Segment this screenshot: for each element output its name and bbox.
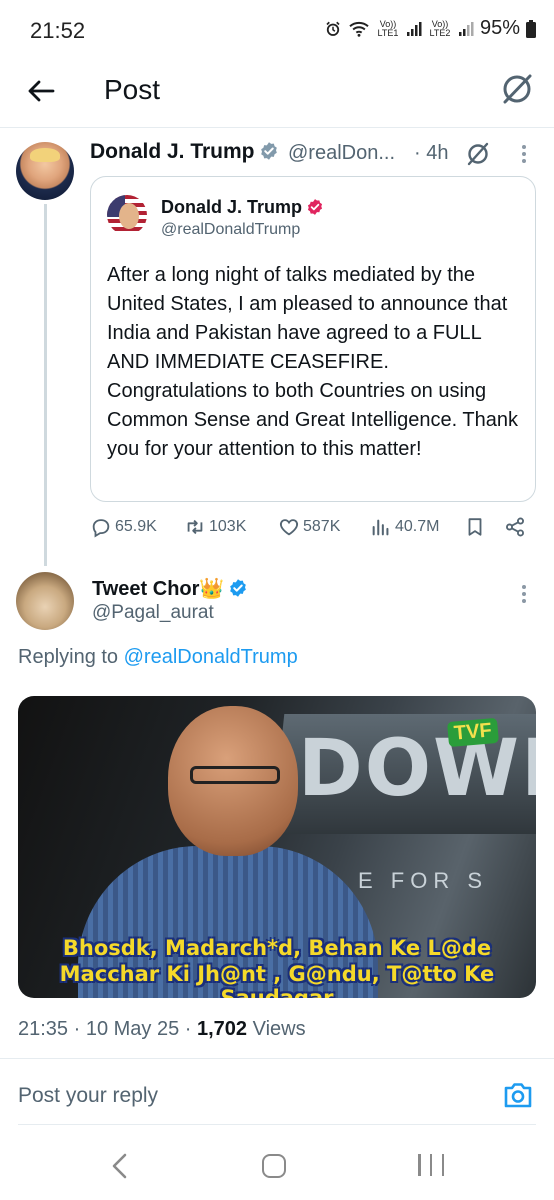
reply-author-name-text: Tweet Chor👑 — [92, 578, 225, 600]
image-background-text: E FOR S — [358, 868, 489, 893]
post-time: · 4h — [414, 142, 449, 164]
sim1-label: Vo)) LTE1 — [377, 18, 399, 38]
replying-prefix: Replying to — [18, 646, 119, 668]
arrow-left-icon — [28, 80, 55, 102]
quoted-avatar — [107, 195, 147, 235]
grok-icon — [503, 74, 532, 104]
share-button[interactable] — [504, 516, 526, 538]
wifi-icon — [349, 21, 369, 37]
quoted-post-card[interactable]: Donald J. Trump @realDonaldTrump After a… — [90, 176, 536, 502]
status-icons: Vo)) LTE1 Vo)) LTE2 95% — [324, 17, 536, 40]
camera-button[interactable] — [502, 1080, 534, 1110]
author-name-text: Donald J. Trump — [90, 140, 255, 163]
quoted-author-name-text: Donald J. Trump — [161, 197, 303, 217]
avatar[interactable] — [16, 572, 74, 630]
battery-icon — [526, 19, 536, 38]
page-title: Post — [104, 74, 161, 105]
grok-button[interactable] — [464, 140, 492, 168]
dot-icon — [522, 152, 526, 156]
system-navigation-bar — [0, 1130, 554, 1200]
divider — [0, 1058, 554, 1059]
thread-connector — [44, 204, 47, 566]
bookmark-button[interactable] — [464, 516, 486, 538]
chevron-left-icon — [112, 1153, 127, 1179]
verified-badge-icon — [230, 579, 247, 597]
bookmark-icon — [468, 518, 482, 536]
repost-count: 103K — [209, 518, 247, 535]
quoted-author-handle: @realDonaldTrump — [161, 221, 301, 238]
author-name[interactable]: Donald J. Trump — [90, 140, 279, 164]
sim2-label: Vo)) LTE2 — [429, 18, 451, 38]
image-channel-logo: TVF — [447, 717, 499, 748]
post-metadata: 21:35 · 10 May 25 · 1,702 Views — [18, 1018, 306, 1041]
image-caption-line2: Macchar Ki Jh@nt , G@ndu, T@tto Ke Sauda… — [59, 962, 495, 998]
author-handle[interactable]: @realDon... — [288, 142, 395, 165]
top-app-bar: Post — [0, 58, 554, 128]
verified-badge-icon — [260, 142, 277, 160]
post-views-label: Views — [252, 1018, 306, 1040]
analytics-icon — [372, 519, 389, 536]
alarm-icon — [326, 21, 340, 36]
dot-icon — [522, 592, 526, 596]
quoted-post-text: After a long night of talks mediated by … — [107, 264, 518, 460]
divider — [18, 1124, 536, 1125]
verified-badge-icon — [307, 199, 323, 215]
grok-button[interactable] — [498, 70, 536, 108]
more-options-button[interactable] — [512, 142, 536, 166]
replying-to: Replying to @realDonaldTrump — [18, 646, 298, 669]
share-icon — [506, 517, 524, 537]
recents-bar-icon — [441, 1154, 444, 1176]
reply-author-handle[interactable]: @Pagal_aurat — [92, 602, 214, 624]
heart-icon — [279, 519, 299, 536]
image-person-glasses — [190, 766, 280, 784]
status-bar: 21:52 Vo)) LTE1 Vo)) LTE2 95% — [0, 0, 554, 58]
avatar[interactable] — [16, 142, 74, 200]
post-views-count: 1,702 — [197, 1018, 248, 1040]
more-options-button[interactable] — [512, 582, 536, 606]
image-caption-line1: Bhosdk, Madarch*d, Behan Ke L@de — [62, 936, 492, 960]
replying-to-link[interactable]: @realDonaldTrump — [124, 646, 298, 668]
recents-bar-icon — [418, 1154, 421, 1176]
nav-back-button[interactable] — [108, 1152, 132, 1180]
reply-icon — [92, 519, 110, 538]
nav-home-button[interactable] — [262, 1154, 286, 1178]
post-actions: 65.9K 103K 587K 40.7M — [90, 512, 536, 544]
dot-icon — [522, 585, 526, 589]
views-count: 40.7M — [395, 518, 440, 535]
like-button[interactable]: 587K — [278, 516, 340, 538]
battery-percent: 95% — [479, 17, 520, 39]
post-image[interactable]: DOWN TVF E FOR S Bhosdk, Madarch*d, Beha… — [18, 696, 536, 998]
image-sign-text: DOWN — [298, 724, 536, 814]
reply-count: 65.9K — [115, 518, 157, 535]
dot-icon — [522, 599, 526, 603]
signal-icon — [458, 21, 474, 36]
signal-icon — [406, 21, 422, 36]
reply-button[interactable]: 65.9K — [90, 516, 157, 538]
reply-input[interactable]: Post your reply — [18, 1084, 158, 1108]
grok-icon — [467, 142, 489, 166]
dot-icon — [522, 145, 526, 149]
nav-recents-button[interactable] — [418, 1154, 444, 1178]
views-button[interactable]: 40.7M — [370, 516, 439, 538]
like-count: 587K — [303, 518, 341, 535]
status-time: 21:52 — [30, 18, 86, 43]
back-button[interactable] — [22, 72, 60, 110]
camera-icon — [504, 1083, 532, 1108]
post-timestamp: 21:35 · 10 May 25 · — [18, 1018, 192, 1040]
reply-author-name[interactable]: Tweet Chor👑 — [92, 576, 248, 601]
dot-icon — [522, 159, 526, 163]
recents-bar-icon — [429, 1154, 433, 1176]
quoted-author-name: Donald J. Trump — [161, 197, 324, 218]
repost-button[interactable]: 103K — [184, 516, 246, 538]
repost-icon — [187, 519, 203, 535]
